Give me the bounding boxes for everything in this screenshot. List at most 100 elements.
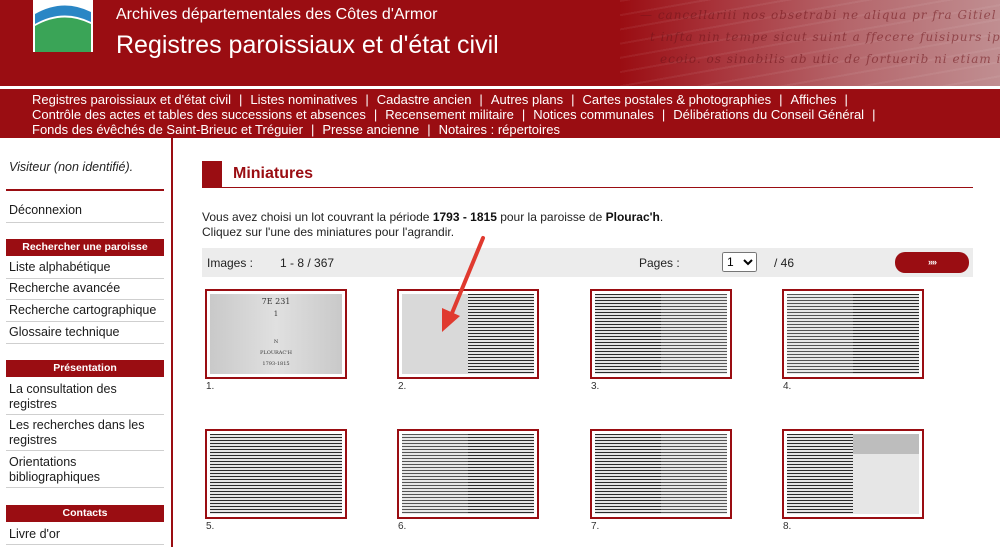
next-page-button[interactable]: »» bbox=[895, 252, 969, 273]
nav-separator: | bbox=[479, 92, 483, 107]
annotation-arrow-icon bbox=[442, 236, 485, 332]
parish-name: Plourac'h bbox=[605, 210, 660, 224]
intro-text: Vous avez choisi un lot couvrant la péri… bbox=[202, 210, 663, 240]
nav-separator: | bbox=[521, 107, 526, 122]
visitor-status: Visiteur (non identifié). bbox=[9, 160, 134, 174]
thumbnail-image bbox=[787, 434, 919, 514]
thumbnail-7[interactable] bbox=[590, 429, 732, 519]
thumbnail-caption: 4. bbox=[783, 381, 792, 392]
nav-separator: | bbox=[844, 92, 848, 107]
sidebar-divider bbox=[6, 343, 164, 344]
sidebar-divider bbox=[6, 299, 164, 300]
sidebar-item-livre-or[interactable]: Livre d'or bbox=[9, 527, 60, 542]
organization-name: Archives départementales des Côtes d'Arm… bbox=[116, 6, 438, 23]
thumbnail-image bbox=[787, 294, 919, 374]
sidebar-divider bbox=[6, 544, 164, 545]
thumbnail-caption: 8. bbox=[783, 521, 792, 532]
contacts-section-header: Contacts bbox=[6, 505, 164, 522]
nav-separator: | bbox=[872, 107, 876, 122]
thumbnail-image bbox=[402, 434, 534, 514]
archives-logo-icon[interactable] bbox=[33, 0, 93, 52]
nav-controle-actes[interactable]: Contrôle des actes et tables des success… bbox=[32, 107, 366, 122]
site-title: Registres paroissiaux et d'état civil bbox=[116, 31, 499, 59]
search-section-header: Rechercher une paroisse bbox=[6, 239, 164, 256]
thumb-page-right bbox=[468, 434, 534, 514]
thumbnail-6[interactable] bbox=[397, 429, 539, 519]
thumbnail-image bbox=[210, 434, 342, 514]
thumbnail-caption: 5. bbox=[206, 521, 215, 532]
thumb-page-right bbox=[661, 294, 727, 374]
thumbnail-1[interactable]: 7E 231 1 N PLOURAC'H 1793-1815 bbox=[205, 289, 347, 379]
nav-separator: | bbox=[779, 92, 783, 107]
intro-prefix: Vous avez choisi un lot couvrant la péri… bbox=[202, 210, 433, 224]
presentation-section-header: Présentation bbox=[6, 360, 164, 377]
thumb-page-left bbox=[210, 434, 276, 514]
nav-fonds-eveches[interactable]: Fonds des évêchés de Saint-Brieuc et Tré… bbox=[32, 122, 303, 137]
sidebar-item-recherche-cartographique[interactable]: Recherche cartographique bbox=[9, 303, 156, 318]
nav-separator: | bbox=[427, 122, 431, 137]
sidebar-item-recherches-registres[interactable]: Les recherches dans les registres bbox=[9, 418, 159, 448]
main-content: Miniatures Vous avez choisi un lot couvr… bbox=[173, 138, 1000, 547]
sidebar-divider bbox=[6, 222, 164, 223]
sidebar-item-glossaire[interactable]: Glossaire technique bbox=[9, 325, 119, 340]
cover-code: 7E 231 bbox=[261, 297, 291, 306]
thumbnail-8[interactable] bbox=[782, 429, 924, 519]
title-marker bbox=[202, 161, 222, 187]
thumbnail-3[interactable] bbox=[590, 289, 732, 379]
sidebar-divider bbox=[6, 189, 164, 191]
nav-affiches[interactable]: Affiches bbox=[790, 92, 836, 107]
header-manuscript-image: — cancellariii nos obsetrabi ne aliqua p… bbox=[620, 0, 1000, 86]
nav-registres[interactable]: Registres paroissiaux et d'état civil bbox=[32, 92, 231, 107]
sidebar: Visiteur (non identifié). Déconnexion Re… bbox=[0, 138, 173, 547]
period-value: 1793 - 1815 bbox=[432, 210, 497, 224]
nav-separator: | bbox=[365, 92, 369, 107]
pages-label: Pages : bbox=[639, 256, 680, 270]
thumb-page-left bbox=[595, 294, 661, 374]
nav-separator: | bbox=[310, 122, 315, 137]
cover-letter: N bbox=[273, 339, 279, 345]
nav-notaires[interactable]: Notaires : répertoires bbox=[439, 122, 560, 137]
nav-line-2: Contrôle des actes et tables des success… bbox=[32, 107, 883, 122]
intro-middle: pour la paroisse de bbox=[496, 210, 606, 224]
cover-dates: 1793-1815 bbox=[262, 361, 290, 367]
thumbnail-image bbox=[595, 434, 727, 514]
page-select[interactable]: 1 bbox=[722, 252, 757, 272]
nav-notices-communales[interactable]: Notices communales bbox=[533, 107, 654, 122]
logout-link[interactable]: Déconnexion bbox=[9, 203, 82, 218]
sidebar-item-consultation[interactable]: La consultation des registres bbox=[9, 382, 139, 412]
nav-listes-nominatives[interactable]: Listes nominatives bbox=[250, 92, 357, 107]
nav-autres-plans[interactable]: Autres plans bbox=[491, 92, 563, 107]
thumbnail-caption: 2. bbox=[398, 381, 407, 392]
sidebar-divider bbox=[6, 414, 164, 415]
sidebar-divider bbox=[6, 450, 164, 451]
thumbnail-caption: 3. bbox=[591, 381, 600, 392]
site-header: — cancellariii nos obsetrabi ne aliqua p… bbox=[0, 0, 1000, 86]
pagination-bar: Images : 1 - 8 / 367 Pages : 1 / 46 »» bbox=[202, 248, 973, 277]
sidebar-item-recherche-avancee[interactable]: Recherche avancée bbox=[9, 281, 120, 296]
thumb-page-right bbox=[853, 434, 919, 514]
nav-separator: | bbox=[661, 107, 666, 122]
thumbnail-caption: 1. bbox=[206, 381, 215, 392]
sidebar-divider bbox=[6, 321, 164, 322]
sidebar-item-orientations[interactable]: Orientations bibliographiques bbox=[9, 455, 139, 485]
intro-end: . bbox=[659, 210, 664, 224]
top-navigation: Registres paroissiaux et d'état civil | Li… bbox=[0, 86, 1000, 138]
sidebar-item-liste-alphabetique[interactable]: Liste alphabétique bbox=[9, 260, 110, 275]
thumbnail-4[interactable] bbox=[782, 289, 924, 379]
nav-cartes-postales[interactable]: Cartes postales & photographies bbox=[582, 92, 771, 107]
thumb-page-right bbox=[661, 434, 727, 514]
thumb-page-right bbox=[276, 434, 342, 514]
nav-recensement-militaire[interactable]: Recensement militaire bbox=[385, 107, 514, 122]
thumbnail-image: 7E 231 1 N PLOURAC'H 1793-1815 bbox=[210, 294, 342, 374]
page-title-bar: Miniatures bbox=[202, 161, 973, 188]
nav-presse-ancienne[interactable]: Presse ancienne bbox=[322, 122, 419, 137]
thumbnail-5[interactable] bbox=[205, 429, 347, 519]
page-title: Miniatures bbox=[233, 165, 314, 182]
thumb-page-left bbox=[787, 294, 853, 374]
nav-deliberations[interactable]: Délibérations du Conseil Général bbox=[673, 107, 864, 122]
thumb-page-right bbox=[853, 294, 919, 374]
nav-cadastre[interactable]: Cadastre ancien bbox=[377, 92, 472, 107]
sidebar-divider bbox=[6, 278, 164, 279]
images-label: Images : bbox=[207, 256, 254, 270]
thumbnail-image bbox=[595, 294, 727, 374]
